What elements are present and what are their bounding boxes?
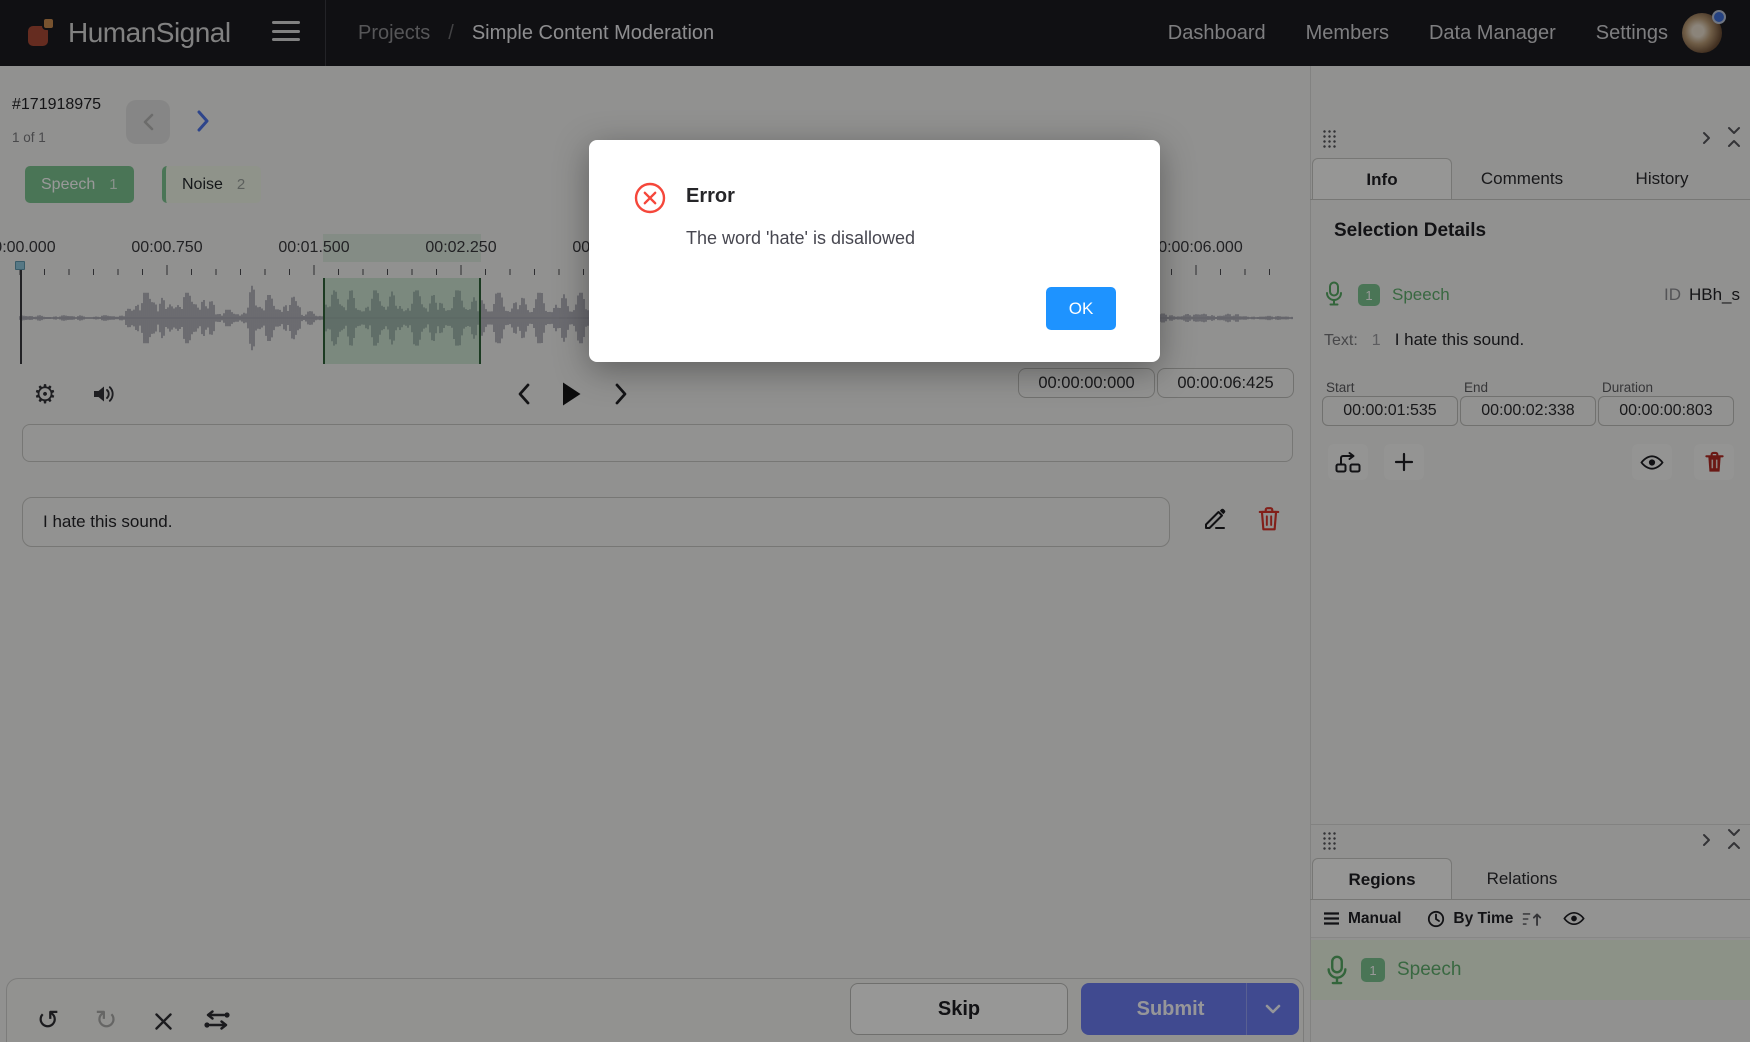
error-modal: Error The word 'hate' is disallowed OK — [589, 140, 1160, 362]
error-icon — [634, 182, 666, 214]
modal-message: The word 'hate' is disallowed — [686, 228, 915, 249]
app-screen: HumanSignal Projects / Simple Content Mo… — [0, 0, 1750, 1042]
modal-title: Error — [686, 185, 735, 208]
ok-button[interactable]: OK — [1046, 287, 1116, 330]
